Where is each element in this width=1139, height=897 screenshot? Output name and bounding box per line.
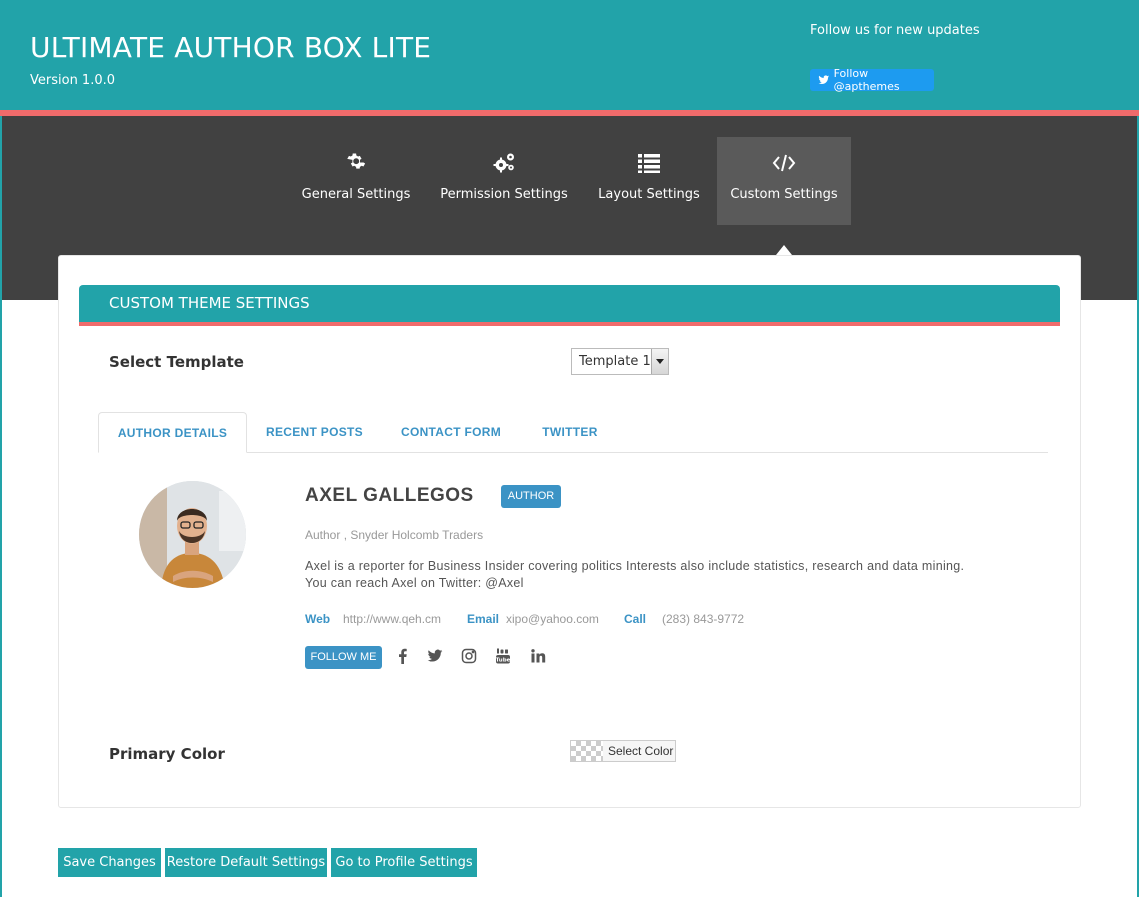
- tab-label: General Settings: [301, 187, 411, 202]
- twitter-icon[interactable]: [427, 648, 443, 664]
- list-icon: [638, 154, 660, 173]
- save-changes-button[interactable]: Save Changes: [58, 848, 161, 877]
- twitter-icon: [818, 75, 830, 85]
- tab-custom-settings[interactable]: Custom Settings: [717, 137, 851, 225]
- follow-text: Follow us for new updates: [810, 23, 980, 38]
- author-bio-line: Axel is a reporter for Business Insider …: [305, 559, 965, 573]
- select-template-label: Select Template: [109, 353, 244, 371]
- active-tab-pointer: [776, 245, 792, 255]
- facebook-icon[interactable]: [395, 648, 411, 664]
- color-swatch: [571, 741, 603, 761]
- svg-text:Tube: Tube: [496, 658, 511, 664]
- author-subtitle: Author , Snyder Holcomb Traders: [305, 528, 484, 542]
- select-color-label: Select Color: [608, 744, 674, 758]
- tab-layout-settings[interactable]: Layout Settings: [597, 137, 701, 225]
- web-value[interactable]: http://www.qeh.cm: [343, 612, 441, 626]
- chevron-down-icon[interactable]: [651, 349, 668, 374]
- tab-contact-form[interactable]: CONTACT FORM: [389, 412, 513, 453]
- tab-permission-settings[interactable]: Permission Settings: [440, 137, 568, 225]
- instagram-icon[interactable]: [461, 648, 477, 664]
- tab-label: Custom Settings: [730, 187, 838, 202]
- restore-defaults-button[interactable]: Restore Default Settings: [165, 848, 327, 877]
- tab-twitter[interactable]: TWITTER: [530, 412, 610, 453]
- author-bio: Axel is a reporter for Business Insider …: [305, 558, 1005, 592]
- gear-icon: [347, 153, 366, 169]
- section-title: CUSTOM THEME SETTINGS: [79, 285, 1060, 322]
- left-border: [0, 116, 2, 897]
- app-title: ULTIMATE AUTHOR BOX LITE: [30, 31, 432, 64]
- call-label: Call: [624, 612, 647, 626]
- linkedin-icon[interactable]: [530, 648, 546, 664]
- primary-color-label: Primary Color: [109, 745, 225, 763]
- template-select-value: Template 1: [579, 354, 651, 369]
- tab-author-details[interactable]: AUTHOR DETAILS: [98, 412, 247, 453]
- twitter-follow-label: Follow @apthemes: [833, 67, 900, 93]
- tab-label: Layout Settings: [598, 187, 700, 202]
- email-label: Email: [467, 612, 500, 626]
- section-stripe: [79, 322, 1060, 326]
- author-name: AXEL GALLEGOS: [305, 485, 474, 506]
- call-value: (283) 843-9772: [662, 612, 745, 626]
- avatar: [139, 481, 246, 588]
- web-label: Web: [305, 612, 331, 626]
- email-value[interactable]: xipo@yahoo.com: [506, 612, 599, 626]
- code-icon: [772, 154, 796, 172]
- gears-icon: [493, 153, 514, 173]
- tab-label: Permission Settings: [440, 187, 568, 202]
- author-bio-line: You can reach Axel on Twitter: @Axel: [305, 576, 524, 590]
- profile-settings-button[interactable]: Go to Profile Settings: [331, 848, 477, 877]
- tab-general-settings[interactable]: General Settings: [300, 137, 412, 225]
- follow-me-button[interactable]: FOLLOW ME: [305, 646, 382, 669]
- youtube-icon[interactable]: Tube: [495, 648, 511, 664]
- tab-recent-posts[interactable]: RECENT POSTS: [256, 412, 373, 453]
- template-select[interactable]: Template 1: [571, 348, 669, 375]
- twitter-follow-button[interactable]: Follow @apthemes: [810, 67, 934, 93]
- app-version: Version 1.0.0: [30, 73, 116, 88]
- author-badge: AUTHOR: [501, 485, 561, 508]
- select-color-button[interactable]: Select Color: [570, 740, 676, 762]
